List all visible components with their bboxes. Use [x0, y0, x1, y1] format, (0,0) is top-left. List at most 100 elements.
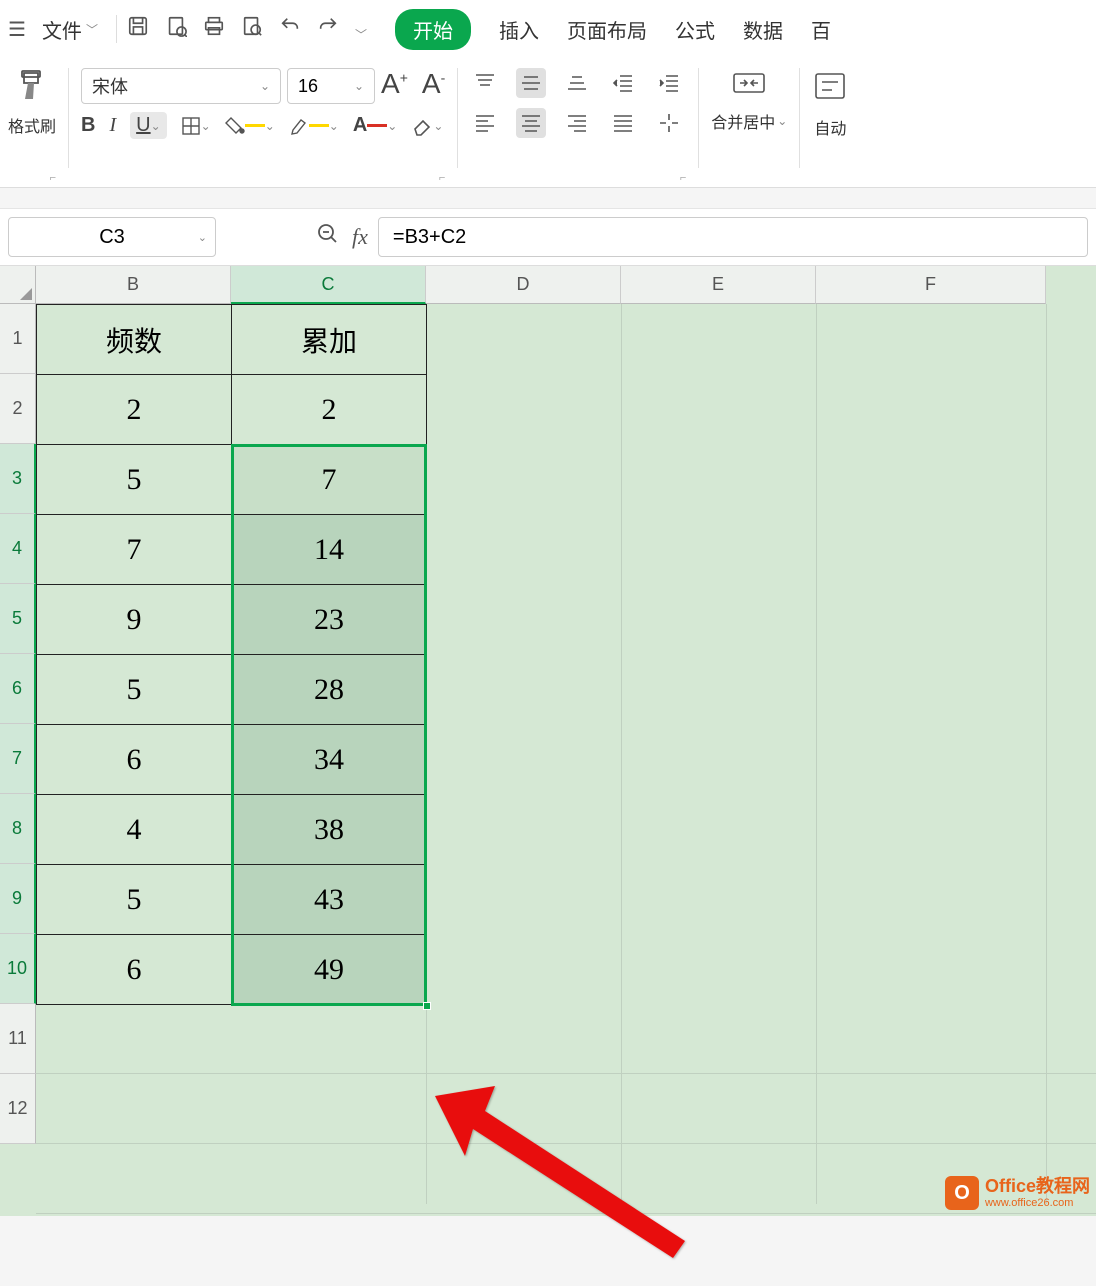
cell[interactable]: 43 [232, 865, 427, 935]
col-header-e[interactable]: E [621, 266, 816, 304]
select-all-corner[interactable] [0, 266, 36, 304]
format-painter-icon[interactable] [14, 68, 50, 109]
row-header[interactable]: 3 [0, 444, 36, 514]
font-name-value: 宋体 [92, 73, 128, 99]
align-left-icon[interactable] [470, 108, 500, 138]
cell[interactable]: 38 [232, 795, 427, 865]
wrap-text-icon[interactable] [812, 68, 848, 109]
save-icon[interactable] [127, 15, 149, 43]
print-icon[interactable] [203, 15, 225, 43]
undo-icon[interactable] [279, 15, 301, 43]
cell[interactable]: 累加 [232, 305, 427, 375]
quick-access-toolbar: ﹀ [127, 15, 367, 43]
cell[interactable]: 49 [232, 935, 427, 1005]
tab-insert[interactable]: 插入 [499, 15, 539, 44]
cell[interactable]: 6 [37, 725, 232, 795]
cell[interactable]: 6 [37, 935, 232, 1005]
decrease-indent-icon[interactable] [608, 68, 638, 98]
align-middle-icon[interactable] [516, 68, 546, 98]
bold-button[interactable]: B [81, 114, 95, 137]
file-menu[interactable]: 文件 ﹀ [34, 11, 106, 48]
cell[interactable]: 2 [232, 375, 427, 445]
cell[interactable]: 5 [37, 655, 232, 725]
tab-more[interactable]: 百 [811, 15, 831, 44]
tab-data[interactable]: 数据 [743, 15, 783, 44]
font-color-button[interactable]: A ⌄ [353, 114, 398, 137]
cell[interactable]: 5 [37, 865, 232, 935]
zoom-icon[interactable] [316, 222, 340, 252]
orientation-icon[interactable] [654, 108, 684, 138]
row-header[interactable]: 8 [0, 794, 36, 864]
font-size-select[interactable]: 16 ⌄ [287, 68, 375, 104]
divider [116, 15, 117, 43]
hamburger-icon[interactable]: ☰ [8, 17, 26, 42]
distribute-icon[interactable] [608, 108, 638, 138]
tab-start[interactable]: 开始 [395, 9, 471, 50]
row-header[interactable]: 10 [0, 934, 36, 1004]
row-header[interactable]: 1 [0, 304, 36, 374]
cell[interactable]: 34 [232, 725, 427, 795]
redo-icon[interactable] [317, 15, 339, 43]
qat-more-icon[interactable]: ﹀ [355, 26, 367, 43]
row-header[interactable]: 7 [0, 724, 36, 794]
row-header[interactable]: 4 [0, 514, 36, 584]
chevron-down-icon: ⌄ [260, 79, 270, 93]
formula-input[interactable]: =B3+C2 [378, 217, 1088, 257]
watermark-title: Office教程网 [985, 1177, 1090, 1197]
chevron-down-icon: ﹀ [86, 21, 98, 38]
dialog-launcher-icon[interactable]: ⌐ [50, 172, 56, 184]
cell[interactable]: 5 [37, 445, 232, 515]
row-header[interactable]: 2 [0, 374, 36, 444]
dialog-launcher-icon[interactable]: ⌐ [680, 172, 686, 184]
fill-color-button[interactable]: ⌄ [225, 116, 275, 136]
tab-formula[interactable]: 公式 [675, 15, 715, 44]
chevron-down-icon: ⌄ [354, 79, 364, 93]
eraser-button[interactable]: ⌄ [411, 115, 443, 137]
wrap-group: 自动 [812, 68, 848, 139]
row-header[interactable]: 6 [0, 654, 36, 724]
cell[interactable]: 14 [232, 515, 427, 585]
highlight-button[interactable]: ⌄ [289, 116, 339, 136]
increase-font-icon[interactable]: A+ [381, 68, 408, 104]
cell-active[interactable]: 7 [232, 445, 427, 515]
row-header[interactable]: 11 [0, 1004, 36, 1074]
dialog-launcher-icon[interactable]: ⌐ [439, 172, 445, 184]
name-box[interactable]: C3 ⌄ [8, 217, 216, 257]
cell[interactable]: 9 [37, 585, 232, 655]
col-header-c[interactable]: C [231, 266, 426, 304]
merge-center-icon[interactable] [732, 68, 766, 103]
fill-handle[interactable] [423, 1002, 431, 1010]
merge-group: 合并居中⌄ [711, 68, 787, 133]
cell[interactable]: 2 [37, 375, 232, 445]
italic-button[interactable]: I [109, 114, 116, 137]
decrease-font-icon[interactable]: A- [422, 68, 445, 104]
row-header[interactable]: 5 [0, 584, 36, 654]
row-header[interactable]: 12 [0, 1074, 36, 1144]
menubar: ☰ 文件 ﹀ ﹀ 开始 插入 页面布局 公式 数据 百 [0, 0, 1096, 58]
align-bottom-icon[interactable] [562, 68, 592, 98]
col-header-f[interactable]: F [816, 266, 1046, 304]
col-header-d[interactable]: D [426, 266, 621, 304]
format-painter-label: 格式刷 [8, 113, 56, 137]
cell[interactable]: 4 [37, 795, 232, 865]
find-icon[interactable] [241, 15, 263, 43]
cell[interactable]: 频数 [37, 305, 232, 375]
cell[interactable]: 7 [37, 515, 232, 585]
align-right-icon[interactable] [562, 108, 592, 138]
increase-indent-icon[interactable] [654, 68, 684, 98]
font-name-select[interactable]: 宋体 ⌄ [81, 68, 281, 104]
underline-button[interactable]: U ⌄ [130, 112, 167, 139]
fx-icon[interactable]: fx [352, 224, 368, 250]
tab-layout[interactable]: 页面布局 [567, 15, 647, 44]
col-header-b[interactable]: B [36, 266, 231, 304]
spreadsheet-grid[interactable]: B C D E F 1 2 3 4 5 6 7 8 9 10 11 12 频数累… [0, 266, 1096, 1216]
cell[interactable]: 23 [232, 585, 427, 655]
align-center-icon[interactable] [516, 108, 546, 138]
merge-center-label[interactable]: 合并居中⌄ [711, 109, 787, 133]
border-button[interactable]: ⌄ [181, 116, 211, 136]
row-header[interactable]: 9 [0, 864, 36, 934]
cell[interactable]: 28 [232, 655, 427, 725]
align-top-icon[interactable] [470, 68, 500, 98]
print-preview-icon[interactable] [165, 15, 187, 43]
name-box-value: C3 [99, 226, 125, 249]
